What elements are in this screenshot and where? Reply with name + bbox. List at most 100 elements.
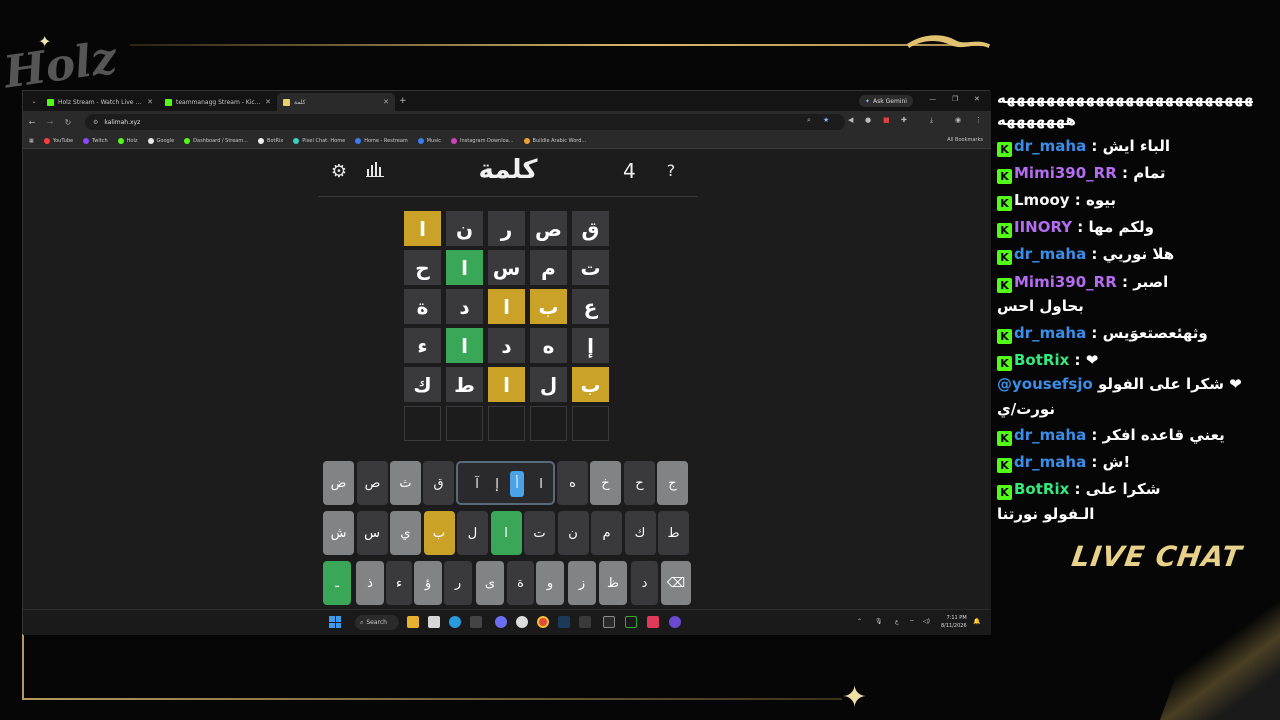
edge-icon[interactable] <box>449 616 461 628</box>
key-10[interactable]: ظ <box>599 561 627 605</box>
bookmark-item[interactable]: Instagram Downloa... <box>451 137 514 144</box>
wifi-icon[interactable]: ⌔ <box>909 618 915 626</box>
key-8[interactable]: و <box>536 561 564 605</box>
apps-icon[interactable]: ▦ <box>29 138 34 144</box>
app-icon-11[interactable] <box>625 616 637 628</box>
menu-icon[interactable]: ⋮ <box>975 116 982 124</box>
discord-icon[interactable] <box>495 616 507 628</box>
tab-close-icon[interactable]: ✕ <box>147 98 153 106</box>
windows-start-icon[interactable] <box>329 616 341 628</box>
key-5[interactable]: ل <box>457 511 488 555</box>
url-input[interactable]: ⚙ kalimah.xyz <box>85 114 845 130</box>
key-2[interactable]: ص <box>357 461 388 505</box>
key-7[interactable]: ت <box>524 511 555 555</box>
chat-username[interactable]: dr_maha <box>1014 137 1086 155</box>
profile-icon[interactable]: ● <box>865 116 871 124</box>
bookmark-item[interactable]: BotRix <box>258 137 283 144</box>
bookmark-item[interactable]: Twitch <box>83 137 108 144</box>
mic-icon[interactable]: 🎙 <box>875 618 883 625</box>
minimize-icon[interactable]: — <box>929 95 936 103</box>
alif-variant-popup[interactable]: آإأا <box>456 461 555 505</box>
bookmark-item[interactable]: YouTube <box>43 137 73 144</box>
mute-icon[interactable]: ◀ <box>848 116 853 124</box>
bookmark-item[interactable]: Holz <box>117 137 138 144</box>
chat-username[interactable]: dr_maha <box>1014 426 1086 444</box>
restore-icon[interactable]: ❐ <box>952 95 958 103</box>
browser-tab[interactable]: Holz Stream - Watch Live on Kick ✕ <box>41 93 159 111</box>
language-indicator[interactable]: ع <box>895 618 899 625</box>
bookmark-item[interactable]: Buildle Arabic Word... <box>523 137 586 144</box>
alif-option[interactable]: إ <box>490 471 504 497</box>
bookmark-item[interactable]: Google <box>147 137 174 144</box>
tray-chevron-icon[interactable]: ⌃ <box>857 618 862 625</box>
file-explorer-icon[interactable] <box>407 616 419 628</box>
key-2[interactable]: س <box>356 511 388 555</box>
account-icon[interactable]: ◉ <box>955 116 961 124</box>
back-icon[interactable]: ← <box>23 118 41 127</box>
extension-icon[interactable]: ✚ <box>901 116 907 124</box>
key-3[interactable]: ء <box>386 561 412 605</box>
chat-username[interactable]: IINORY <box>1014 218 1072 236</box>
chat-mention[interactable]: @yousefsjo <box>997 375 1093 393</box>
key-1[interactable]: ض <box>323 461 354 505</box>
settings-gear-icon[interactable]: ⚙ <box>328 161 350 182</box>
bookmark-item[interactable]: Pixel Chat: Home <box>293 137 345 144</box>
browser-tab[interactable]: كلمة ✕ <box>277 93 395 111</box>
new-tab-button[interactable]: + <box>399 96 407 106</box>
ask-gemini-button[interactable]: ✦ Ask Gemini <box>859 95 913 107</box>
key-1[interactable]: ش <box>323 511 354 555</box>
terminal-icon[interactable] <box>470 616 482 628</box>
app-icon-9[interactable] <box>579 616 591 628</box>
alif-option[interactable]: أ <box>510 471 524 497</box>
settings-app-icon[interactable] <box>516 616 528 628</box>
key-6[interactable]: خ <box>590 461 621 505</box>
key-5[interactable]: ر <box>444 561 472 605</box>
key-6[interactable]: ى <box>476 561 504 605</box>
chat-username[interactable]: Lmooy <box>1014 191 1070 209</box>
app-icon-12[interactable] <box>647 616 659 628</box>
key-5[interactable]: ه <box>557 461 588 505</box>
zoom-icon[interactable]: ⌕ <box>807 116 811 125</box>
close-icon[interactable]: ✕ <box>974 95 980 103</box>
download-icon[interactable]: ⤓ <box>930 116 933 125</box>
key-3[interactable]: ث <box>390 461 421 505</box>
system-clock[interactable]: 7:11 PM 8/11/2026 <box>941 614 967 630</box>
tab-close-icon[interactable]: ✕ <box>265 98 271 106</box>
key-6[interactable]: ا <box>490 511 522 555</box>
bookmark-item[interactable]: Dashboard / Stream... <box>184 137 248 144</box>
chrome-icon[interactable] <box>537 616 549 628</box>
browser-tab[interactable]: teammanagg Stream - Kick Dashboard ✕ <box>159 93 277 111</box>
stats-chart-icon[interactable] <box>364 161 386 182</box>
key-3[interactable]: ي <box>390 511 421 555</box>
key-9[interactable]: م <box>591 511 622 555</box>
key-11[interactable]: د <box>631 561 658 605</box>
key-11[interactable]: ط <box>658 511 689 555</box>
all-bookmarks[interactable]: All Bookmarks <box>947 137 983 143</box>
bookmark-item[interactable]: Home - Restream <box>355 137 408 144</box>
backspace-icon[interactable]: ⌫ <box>661 561 691 605</box>
key-7[interactable]: ة <box>507 561 534 605</box>
key-8[interactable]: ج <box>657 461 688 505</box>
enter-key[interactable]: ـ <box>323 561 351 605</box>
alif-option[interactable]: آ <box>470 471 484 497</box>
reload-icon[interactable]: ↻ <box>59 118 77 127</box>
key-4[interactable]: ب <box>423 511 455 555</box>
app-icon-10[interactable] <box>603 616 615 628</box>
help-icon[interactable]: ? <box>660 161 682 180</box>
chat-username[interactable]: Mimi390_RR <box>1014 164 1117 182</box>
bookmark-star-icon[interactable]: ★ <box>823 116 829 124</box>
extension-record-icon[interactable]: ■ <box>883 116 890 124</box>
key-9[interactable]: ز <box>568 561 596 605</box>
key-2[interactable]: ذ <box>356 561 384 605</box>
taskbar-search[interactable]: ⌕ Search <box>355 615 399 630</box>
tab-close-icon[interactable]: ✕ <box>383 98 389 106</box>
notification-icon[interactable]: 🔔 <box>973 618 980 625</box>
chat-username[interactable]: dr_maha <box>1014 324 1086 342</box>
key-10[interactable]: ك <box>624 511 656 555</box>
store-icon[interactable] <box>428 616 440 628</box>
alif-option[interactable]: ا <box>534 471 548 497</box>
chat-username[interactable]: BotRix <box>1014 351 1069 369</box>
key-8[interactable]: ن <box>557 511 589 555</box>
bookmark-item[interactable]: Music <box>417 137 441 144</box>
key-7[interactable]: ح <box>624 461 655 505</box>
